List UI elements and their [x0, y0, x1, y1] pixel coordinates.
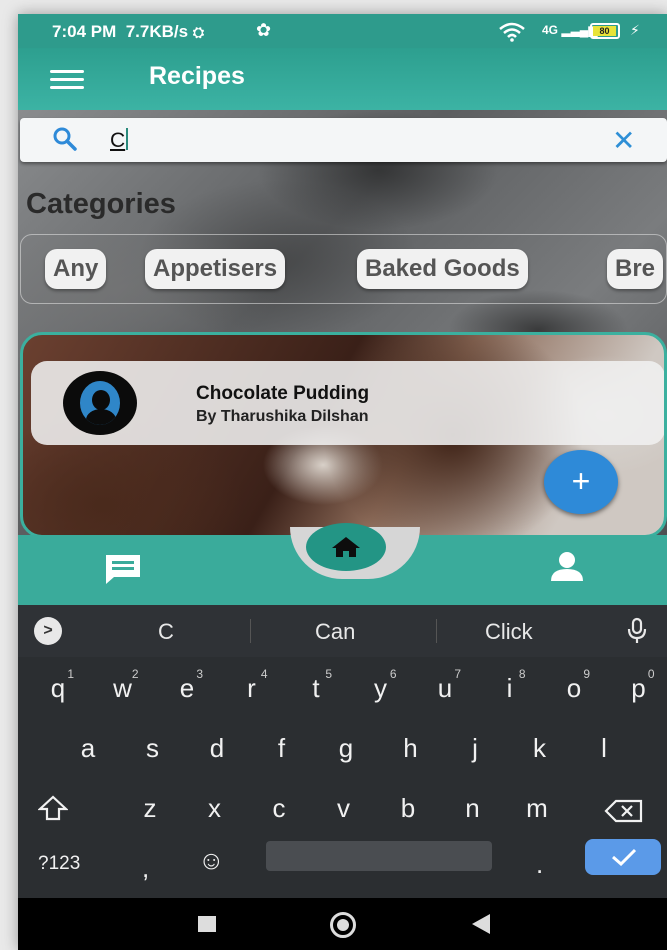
- add-recipe-button[interactable]: +: [544, 450, 618, 514]
- chip-bre[interactable]: Bre: [607, 249, 664, 289]
- enter-key[interactable]: [585, 839, 661, 875]
- profile-icon[interactable]: [548, 551, 586, 588]
- key-n[interactable]: n: [459, 793, 487, 824]
- key-u[interactable]: u7: [431, 667, 461, 704]
- key-i[interactable]: i8: [496, 667, 526, 704]
- key-a[interactable]: a: [74, 733, 102, 764]
- search-icon[interactable]: [52, 126, 78, 152]
- bottom-navigation: [18, 523, 667, 605]
- status-bar: 7:04 PM 7.7KB/s ⛭ ✿ 4G ▂▃▄▆ 80 ⚡: [18, 14, 667, 48]
- key-w[interactable]: w2: [109, 667, 138, 704]
- key-v[interactable]: v: [330, 793, 358, 824]
- search-input[interactable]: C: [110, 128, 129, 153]
- avatar: [63, 371, 137, 435]
- charging-icon: ⚡: [630, 22, 640, 38]
- system-navigation-bar: [18, 898, 667, 950]
- wifi-icon: [498, 22, 526, 47]
- expand-suggestions-icon[interactable]: >: [34, 617, 62, 645]
- key-k[interactable]: k: [526, 733, 554, 764]
- key-o[interactable]: o9: [560, 667, 590, 704]
- app-bar: Recipes: [18, 48, 667, 110]
- keyboard: > C Can Click q1 w2 e3 r4 t5 y6 u7 i8 o9 p0 a s d f g h…: [18, 605, 667, 898]
- key-j[interactable]: j: [461, 733, 489, 764]
- suggestion-2[interactable]: Can: [315, 619, 355, 645]
- chip-appetisers[interactable]: Appetisers: [145, 249, 286, 289]
- page-title: Recipes: [149, 62, 245, 90]
- key-g[interactable]: g: [332, 733, 360, 764]
- menu-icon[interactable]: [50, 70, 84, 90]
- recipe-author: By Tharushika Dilshan: [196, 408, 369, 425]
- shift-icon[interactable]: [37, 795, 69, 828]
- back-icon[interactable]: [472, 914, 490, 934]
- key-f[interactable]: f: [268, 733, 296, 764]
- suggestion-3[interactable]: Click: [485, 619, 533, 645]
- home-system-icon[interactable]: [330, 912, 356, 938]
- space-key[interactable]: [266, 841, 492, 871]
- symbols-key[interactable]: ?123: [38, 853, 80, 875]
- period-key[interactable]: .: [536, 849, 543, 880]
- microphone-icon[interactable]: [626, 617, 648, 650]
- suggestion-1[interactable]: C: [158, 619, 174, 645]
- battery-icon: 80: [590, 23, 620, 39]
- chip-baked-goods[interactable]: Baked Goods: [357, 249, 528, 289]
- key-e[interactable]: e3: [173, 667, 203, 704]
- close-icon[interactable]: ✕: [612, 124, 635, 157]
- home-button[interactable]: [306, 523, 386, 571]
- comma-key[interactable]: ,: [142, 853, 149, 884]
- key-l[interactable]: l: [590, 733, 618, 764]
- backspace-icon[interactable]: [604, 799, 644, 830]
- key-t[interactable]: t5: [302, 667, 332, 704]
- status-time: 7:04 PM 7.7KB/s ⛭: [52, 22, 205, 41]
- key-x[interactable]: x: [201, 793, 229, 824]
- gear-icon: ✿: [256, 20, 272, 40]
- search-bar[interactable]: C ✕: [20, 118, 667, 162]
- home-icon: [332, 537, 360, 557]
- key-c[interactable]: c: [265, 793, 293, 824]
- recents-icon[interactable]: [198, 916, 216, 932]
- key-d[interactable]: d: [203, 733, 231, 764]
- phone-screen: 7:04 PM 7.7KB/s ⛭ ✿ 4G ▂▃▄▆ 80 ⚡ Recipes…: [18, 14, 667, 950]
- key-y[interactable]: y6: [367, 667, 397, 704]
- key-r[interactable]: r4: [238, 667, 267, 704]
- chip-any[interactable]: Any: [45, 249, 107, 289]
- key-p[interactable]: p0: [625, 667, 654, 704]
- emoji-icon[interactable]: ☺: [198, 845, 225, 876]
- key-s[interactable]: s: [139, 733, 167, 764]
- categories-heading: Categories: [26, 188, 176, 220]
- category-chips[interactable]: Any Appetisers Baked Goods Bre: [20, 234, 667, 304]
- suggestion-bar: > C Can Click: [18, 605, 667, 657]
- chat-icon[interactable]: [104, 553, 142, 590]
- key-m[interactable]: m: [523, 793, 551, 824]
- recipe-name: Chocolate Pudding: [196, 383, 370, 404]
- key-z[interactable]: z: [136, 793, 164, 824]
- key-q[interactable]: q1: [44, 667, 74, 704]
- recipe-banner[interactable]: Chocolate Pudding By Tharushika Dilshan: [31, 361, 664, 445]
- key-h[interactable]: h: [397, 733, 425, 764]
- key-b[interactable]: b: [394, 793, 422, 824]
